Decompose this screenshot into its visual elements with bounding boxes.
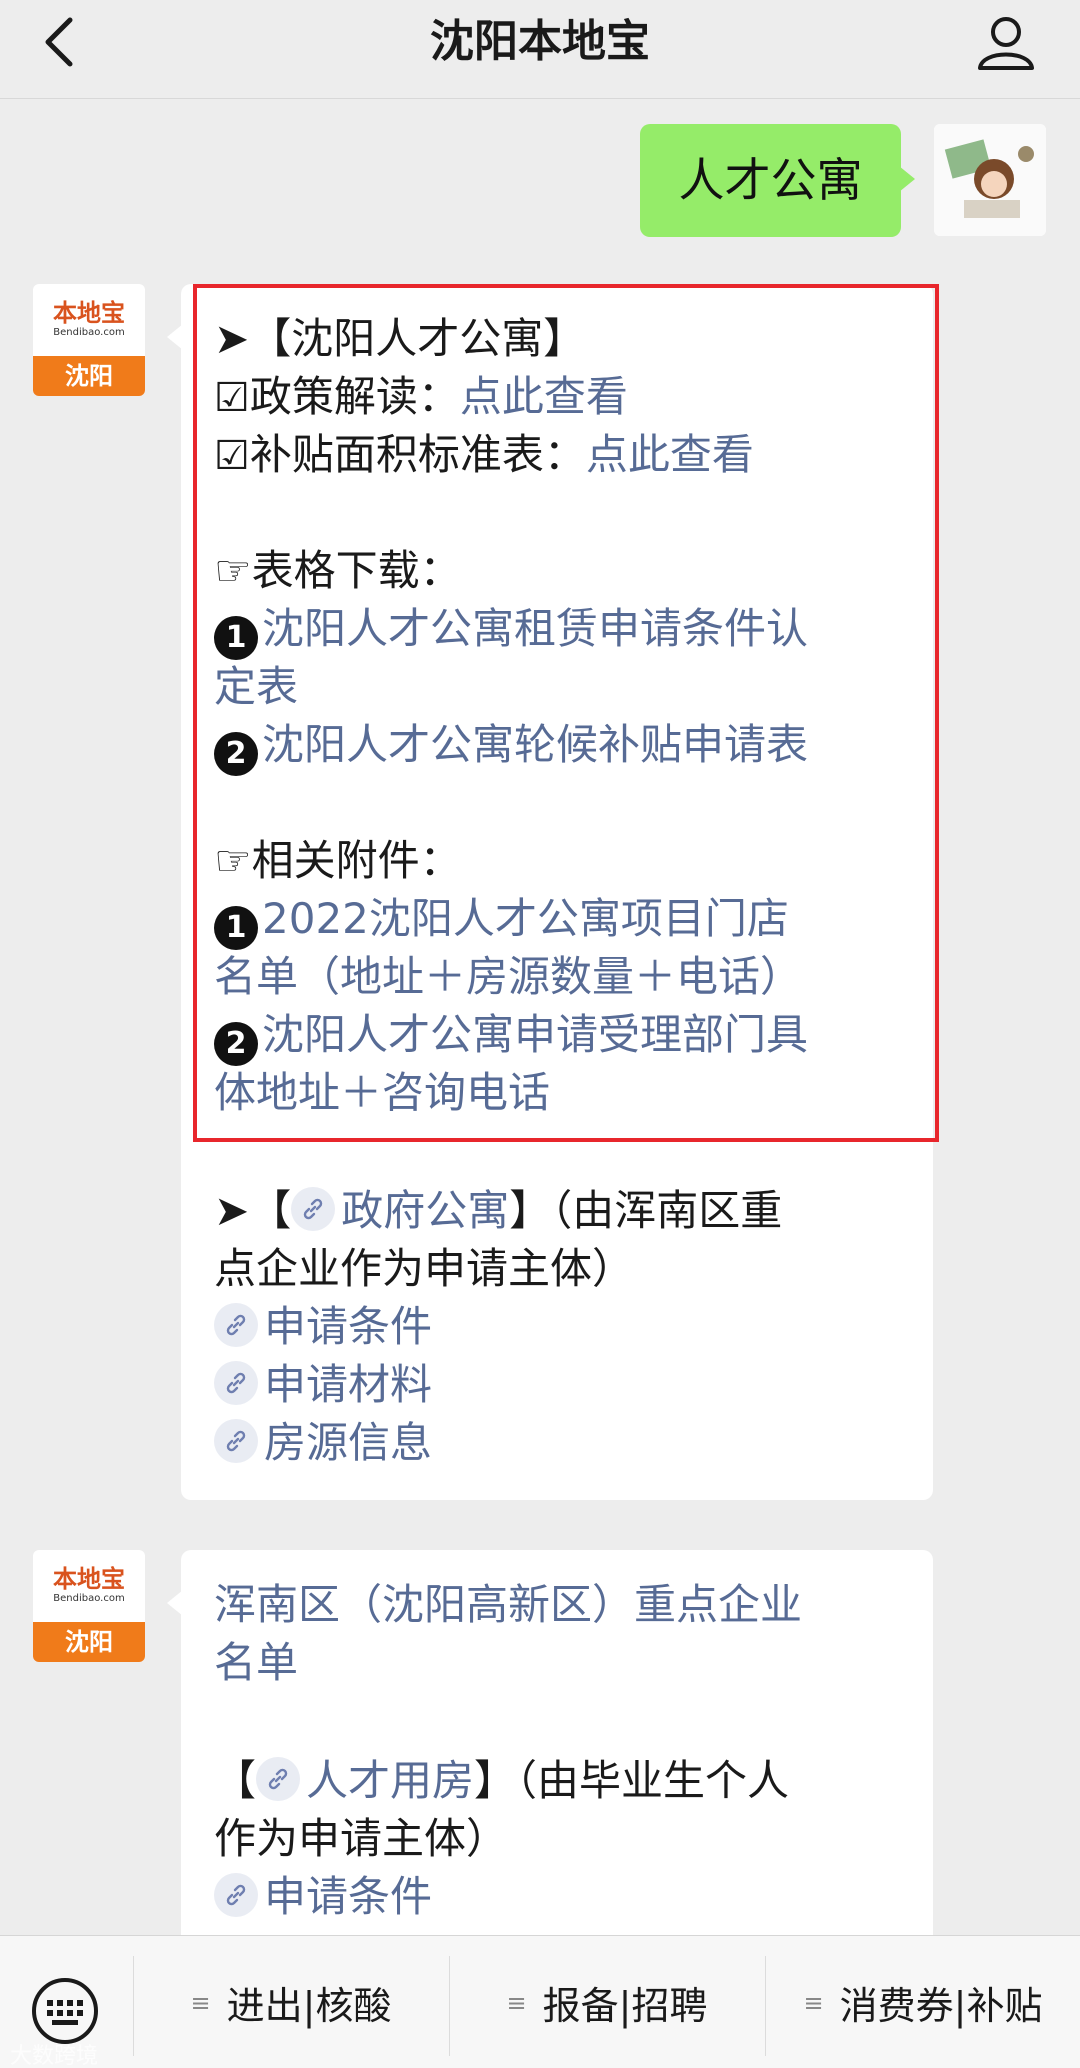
number-1-icon: 1 xyxy=(214,906,258,950)
link-icon xyxy=(214,1873,258,1917)
form2-link[interactable]: 2 沈阳人才公寓轮候补贴申请表 xyxy=(214,716,808,776)
bottom-menu-bar: ≡ 进出|核酸 ≡ 报备|招聘 ≡ 消费券|补贴 xyxy=(0,1935,1080,2068)
gov-item-3[interactable]: 房源信息 xyxy=(214,1414,432,1472)
attach1-link[interactable]: 1 2022沈阳人才公寓项目门店 xyxy=(214,890,789,950)
attach2-link-cont[interactable]: 体地址＋咨询电话 xyxy=(214,1064,550,1122)
avatar-city: 沈阳 xyxy=(33,356,145,396)
gov-item-1[interactable]: 申请条件 xyxy=(214,1298,432,1356)
menu-item-3[interactable]: ≡ 消费券|补贴 xyxy=(766,1936,1080,2068)
area-label: 补贴面积标准表： xyxy=(249,430,586,479)
area-link[interactable]: 点此查看 xyxy=(586,430,754,479)
profile-icon[interactable] xyxy=(976,12,1036,76)
forms-heading: ☞表格下载： xyxy=(214,546,462,595)
user-avatar[interactable] xyxy=(934,124,1046,236)
policy-label: 政策解读： xyxy=(249,372,460,421)
message-heading: ➤【沈阳人才公寓】 xyxy=(214,314,586,363)
gov-link[interactable]: 政府公寓 xyxy=(341,1186,509,1235)
outgoing-message[interactable]: 人才公寓 xyxy=(640,124,915,237)
link-icon xyxy=(214,1303,258,1347)
number-2-icon: 2 xyxy=(214,1022,258,1066)
gov-row-cont: 点企业作为申请主体） xyxy=(214,1244,635,1293)
talent-row: 【人才用房】（由毕业生个人 xyxy=(214,1756,790,1805)
checkbox-icon: ☑ xyxy=(214,375,250,421)
policy-link[interactable]: 点此查看 xyxy=(460,372,628,421)
watermark: 大数跨境 xyxy=(10,2044,99,2068)
number-1-icon: 1 xyxy=(214,616,258,660)
link-icon xyxy=(256,1757,301,1801)
talent-row-cont: 作为申请主体） xyxy=(214,1814,509,1863)
area-row: ☑补贴面积标准表：点此查看 xyxy=(214,426,754,485)
top-bar: 沈阳本地宝 xyxy=(0,0,1080,99)
talent-item-1[interactable]: 申请条件 xyxy=(214,1868,432,1926)
policy-row: ☑政策解读：点此查看 xyxy=(214,368,628,427)
company-list-link[interactable]: 浑南区（沈阳高新区）重点企业 xyxy=(214,1576,802,1634)
form1-link[interactable]: 1 沈阳人才公寓租赁申请条件认 xyxy=(214,600,808,660)
menu-item-1[interactable]: ≡ 进出|核酸 xyxy=(134,1936,448,2068)
gov-row: ➤【 政府公寓】（由浑南区重 xyxy=(214,1186,783,1235)
avatar-logo-text: 本地宝 xyxy=(53,298,125,327)
number-2-icon: 2 xyxy=(214,732,258,776)
company-list-link-cont[interactable]: 名单 xyxy=(214,1634,298,1692)
page-title: 沈阳本地宝 xyxy=(430,16,650,67)
menu-icon: ≡ xyxy=(190,1988,211,2017)
talent-link[interactable]: 人才用房 xyxy=(306,1756,474,1805)
menu-icon: ≡ xyxy=(803,1988,824,2017)
keyboard-icon[interactable] xyxy=(30,1976,100,2046)
link-icon xyxy=(291,1187,336,1231)
attach2-link[interactable]: 2 沈阳人才公寓申请受理部门具 xyxy=(214,1006,808,1066)
attach-heading: ☞相关附件： xyxy=(214,836,462,885)
menu-icon: ≡ xyxy=(506,1988,527,2017)
form1-link-cont[interactable]: 定表 xyxy=(214,658,298,716)
checkbox-icon: ☑ xyxy=(214,433,250,479)
link-icon xyxy=(214,1419,258,1463)
avatar-city: 沈阳 xyxy=(33,1622,145,1662)
attach1-link-cont[interactable]: 名单（地址＋房源数量＋电话） xyxy=(214,948,802,1006)
avatar-logo-text: 本地宝 xyxy=(53,1564,125,1593)
link-icon xyxy=(214,1361,258,1405)
avatar-logo-sub: Bendibao.com xyxy=(53,327,125,338)
gov-item-2[interactable]: 申请材料 xyxy=(214,1356,432,1414)
bot-avatar[interactable]: 本地宝 Bendibao.com 沈阳 xyxy=(33,284,145,396)
bot-avatar[interactable]: 本地宝 Bendibao.com 沈阳 xyxy=(33,1550,145,1662)
avatar-logo-sub: Bendibao.com xyxy=(53,1593,125,1604)
menu-item-2[interactable]: ≡ 报备|招聘 xyxy=(450,1936,764,2068)
